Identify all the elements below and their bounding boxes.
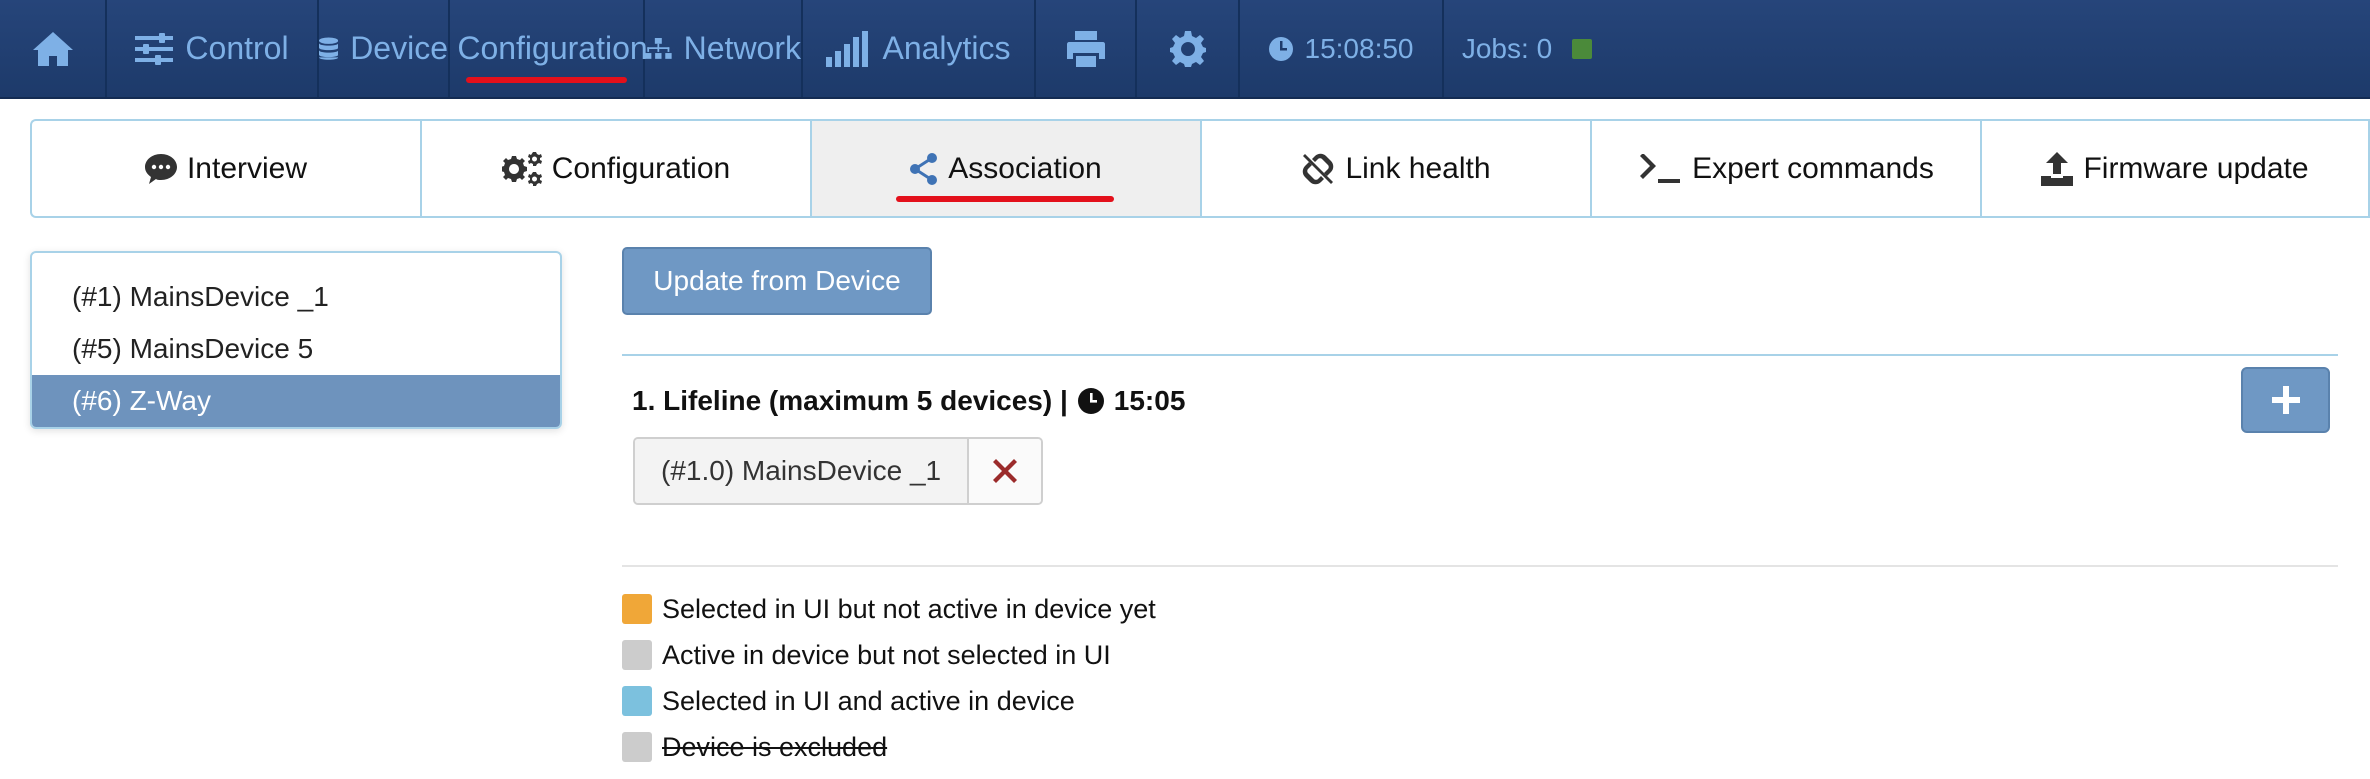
nav-control-label: Control — [185, 30, 289, 66]
nav-configuration[interactable]: Configuration — [450, 0, 648, 97]
nav-control[interactable]: Control — [107, 0, 319, 97]
tab-association[interactable]: Association — [810, 119, 1200, 218]
list-item[interactable]: (#1) MainsDevice _1 — [32, 271, 560, 323]
nav-device-label: Device — [350, 30, 448, 66]
tab-configuration-label: Configuration — [551, 151, 731, 185]
legend-swatch-orange — [622, 594, 652, 624]
tab-firmware-update-label: Firmware update — [2083, 151, 2309, 185]
tab-link-health[interactable]: Link health — [1200, 119, 1590, 218]
tab-interview-label: Interview — [186, 151, 308, 185]
association-group-title: 1. Lifeline (maximum 5 devices) | 15:05 — [632, 385, 1185, 417]
legend-swatch-gray — [622, 640, 652, 670]
divider — [622, 565, 2338, 567]
legend-swatch-blue — [622, 686, 652, 716]
legend-item: Active in device but not selected in UI — [622, 632, 1156, 678]
list-item[interactable]: (#5) MainsDevice 5 — [32, 323, 560, 375]
nav-home[interactable] — [0, 0, 107, 97]
nav-analytics[interactable]: Analytics — [803, 0, 1036, 97]
tab-expert-commands[interactable]: Expert commands — [1590, 119, 1980, 218]
tab-firmware-update[interactable]: Firmware update — [1980, 119, 2370, 218]
nav-device[interactable]: Device — [319, 0, 450, 97]
legend-swatch-gray — [622, 732, 652, 762]
upload-icon — [2041, 151, 2074, 186]
gear-icon — [1169, 30, 1206, 67]
clock-display: 15:08:50 — [1240, 0, 1444, 97]
print-icon — [1066, 30, 1105, 67]
update-from-device-button[interactable]: Update from Device — [622, 247, 932, 315]
tab-association-label: Association — [948, 151, 1102, 185]
clock-icon — [1268, 36, 1293, 61]
clock-icon — [1077, 388, 1104, 414]
add-association-button[interactable] — [2241, 367, 2330, 433]
jobs-label: Jobs: 0 — [1461, 32, 1553, 64]
terminal-icon — [1640, 153, 1681, 183]
device-subtabs: Interview Configuration Association Link… — [30, 119, 2370, 218]
legend-label: Device is excluded — [662, 731, 888, 762]
tab-configuration[interactable]: Configuration — [420, 119, 810, 218]
remove-association-button[interactable] — [969, 439, 1042, 503]
group-title-text: 1. Lifeline (maximum 5 devices) | — [632, 385, 1068, 416]
legend-label: Selected in UI and active in device — [662, 685, 1075, 716]
legend-label: Active in device but not selected in UI — [662, 639, 1111, 670]
nav-configuration-label: Configuration — [457, 30, 648, 66]
nav-settings[interactable] — [1137, 0, 1240, 97]
nav-network[interactable]: Network — [645, 0, 803, 97]
legend-item: Device is excluded — [622, 724, 1156, 770]
legend-item: Selected in UI and active in device — [622, 678, 1156, 724]
jobs-indicator: Jobs: 0 — [1444, 0, 1610, 97]
legend: Selected in UI but not active in device … — [622, 586, 1156, 770]
nav-network-label: Network — [683, 30, 801, 66]
tab-link-health-label: Link health — [1345, 151, 1491, 185]
legend-item: Selected in UI but not active in device … — [622, 586, 1156, 632]
list-item[interactable]: (#6) Z-Way — [32, 375, 560, 427]
association-entry: (#1.0) MainsDevice _1 — [633, 437, 1044, 505]
nav-print[interactable] — [1036, 0, 1137, 97]
divider — [622, 354, 2338, 356]
legend-label: Selected in UI but not active in device … — [662, 593, 1156, 624]
clock-time: 15:08:50 — [1304, 32, 1414, 64]
group-time: 15:05 — [1113, 385, 1186, 416]
plus-icon — [2271, 386, 2300, 414]
top-navigation: Control Device Configuration Network Ana… — [0, 0, 2370, 99]
home-icon — [32, 31, 73, 66]
sliders-icon — [135, 32, 174, 65]
jobs-status-dot — [1572, 38, 1593, 59]
signal-bars-icon — [826, 30, 869, 67]
device-list: (#1) MainsDevice _1 (#5) MainsDevice 5 (… — [30, 251, 562, 429]
sitemap-icon — [645, 37, 672, 59]
tab-expert-commands-label: Expert commands — [1692, 151, 1934, 185]
close-icon — [993, 459, 1018, 483]
unlink-icon — [1303, 153, 1334, 184]
share-icon — [910, 152, 938, 185]
tab-interview[interactable]: Interview — [30, 119, 420, 218]
association-entry-label: (#1.0) MainsDevice _1 — [635, 439, 970, 503]
comment-icon — [144, 153, 177, 184]
nav-analytics-label: Analytics — [882, 30, 1011, 66]
database-icon — [319, 36, 339, 60]
gears-icon — [501, 151, 542, 186]
